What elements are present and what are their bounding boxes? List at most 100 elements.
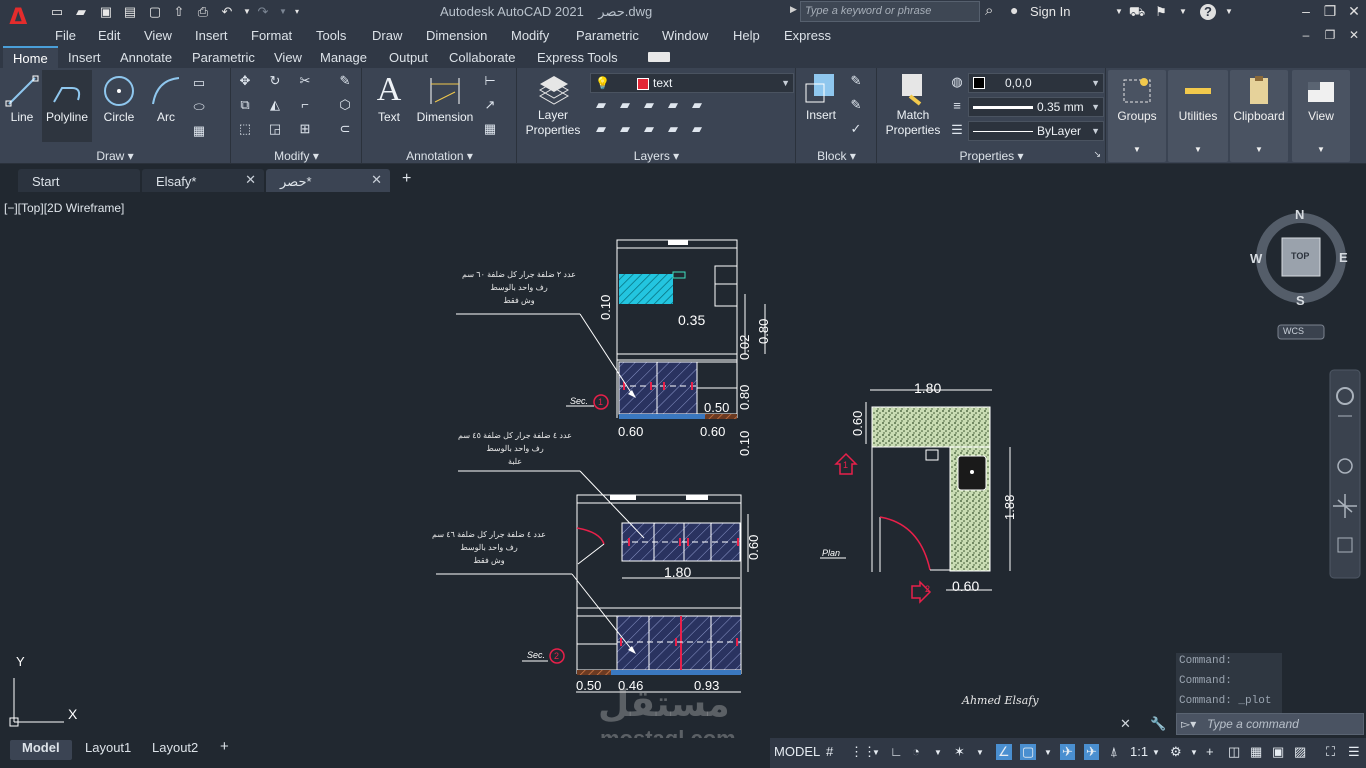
search-icon[interactable]: ⌕ [985,2,993,19]
create-block-icon[interactable]: ✎ [847,72,865,90]
text-button[interactable]: A Text [371,72,407,125]
tab-view[interactable]: View [274,50,302,65]
viewcube-west[interactable]: W [1250,251,1262,266]
tab-output[interactable]: Output [389,50,428,65]
undo-icon[interactable]: ↶ [218,3,236,20]
doc-restore-icon[interactable]: ❐ [1320,26,1340,44]
menu-help[interactable]: Help [733,28,760,43]
draw-panel-title[interactable]: Draw ▾ [0,149,230,163]
properties-panel-title[interactable]: Properties ▾ ↘ [878,149,1105,163]
annotation-monitor-icon[interactable]: + [1206,744,1214,759]
command-customize-icon[interactable]: 🔧 [1150,716,1166,732]
navigation-bar[interactable] [1329,369,1361,579]
viewcube-top-face[interactable]: TOP [1291,251,1309,261]
tab-annotate[interactable]: Annotate [120,50,172,65]
osnap-dropdown-icon[interactable]: ▼ [1044,748,1052,757]
menu-file[interactable]: File [55,28,76,43]
layer-thaw-icon[interactable]: ▰ [640,120,658,138]
search-expand-icon[interactable]: ▶ [790,4,797,15]
plot-icon[interactable]: ⎙ [194,3,212,20]
layers-panel-title[interactable]: Layers ▾ [518,149,795,163]
annotation-scale-icon[interactable]: ⍋ [1110,744,1118,760]
groups-panel[interactable]: Groups ▼ [1108,70,1166,162]
cart-icon[interactable]: ⛟ [1128,3,1146,20]
menu-express[interactable]: Express [784,28,831,43]
menu-edit[interactable]: Edit [98,28,120,43]
isodraft-icon[interactable]: ✶ [954,744,965,760]
line-button[interactable]: Line [4,74,40,124]
save-as-icon[interactable]: ▤ [121,3,139,20]
viewcube-south[interactable]: S [1296,293,1305,308]
open-folder-icon[interactable]: ▰ [72,3,90,20]
leader-icon[interactable]: ↗ [481,96,499,114]
wcs-menu[interactable]: WCS [1283,326,1304,336]
ribbon-toggle-icon[interactable] [648,52,670,62]
scale-dropdown-icon[interactable]: ▼ [1152,748,1160,757]
erase-icon[interactable]: ✎ [336,72,354,90]
osnap-icon[interactable]: ▢ [1020,744,1037,760]
menu-draw[interactable]: Draw [372,28,402,43]
offset-icon[interactable]: ⊂ [336,120,354,138]
table-icon[interactable]: ▦ [481,120,499,138]
close-icon[interactable]: ✕ [1344,2,1364,20]
viewcube[interactable] [1256,213,1346,340]
copy-icon[interactable]: ⧉ [236,96,254,114]
move-icon[interactable]: ✥ [236,72,254,90]
tab-layout2[interactable]: Layout2 [152,740,198,755]
properties-launcher-icon[interactable]: ↘ [1093,149,1101,160]
annotation-panel-title[interactable]: Annotation ▾ [363,149,516,163]
menu-view[interactable]: View [144,28,172,43]
minimize-icon[interactable]: – [1296,2,1316,20]
block-attributes-icon[interactable]: ✓ [847,120,865,138]
insert-block-button[interactable]: Insert [799,72,843,122]
polar-icon[interactable]: ◔ [912,744,920,759]
restore-icon[interactable]: ❐ [1320,2,1340,20]
polar-dropdown-icon[interactable]: ▼ [934,748,942,757]
doc-minimize-icon[interactable]: – [1296,26,1316,44]
viewcube-east[interactable]: E [1339,250,1348,265]
customize-toolbar-icon[interactable]: ▾ [288,3,306,20]
tab-insert[interactable]: Insert [68,50,101,65]
layer-unlock-icon[interactable]: ▰ [664,120,682,138]
annotation-scale-value[interactable]: 1:1 [1130,744,1148,759]
tab-parametric[interactable]: Parametric [192,50,255,65]
mirror-icon[interactable]: ◭ [266,96,284,114]
doc-close-icon[interactable]: ✕ [1344,26,1364,44]
arc-button[interactable]: Arc [148,74,184,124]
hatch-icon[interactable]: ⬭ [190,98,208,116]
layer-lock-icon[interactable]: ▰ [664,96,682,114]
utilities-panel[interactable]: Utilities ▼ [1168,70,1228,162]
snap-dropdown-icon[interactable]: ▼ [872,748,880,757]
layer-match-icon[interactable]: ▰ [688,96,706,114]
workspace-gear-icon[interactable]: ⚙ [1170,744,1182,760]
file-tab-active[interactable]: حصر* ✕ [266,169,390,192]
grid-icon[interactable]: # [826,744,833,759]
circle-button[interactable]: Circle [100,74,138,124]
search-input[interactable]: Type a keyword or phrase [800,1,980,22]
view-panel[interactable]: View ▼ [1292,70,1350,162]
tab-model[interactable]: Model [22,740,60,755]
user-icon[interactable]: ● [1010,2,1018,18]
auto-scale-icon[interactable]: ✈ [1084,744,1099,760]
graphics-performance-icon[interactable]: ▨ [1294,744,1306,760]
isodraft-dropdown-icon[interactable]: ▼ [976,748,984,757]
rotate-icon[interactable]: ↻ [266,72,284,90]
block-panel-title[interactable]: Block ▾ [797,149,876,163]
redo-icon[interactable]: ↷ [254,3,272,20]
close-tab-icon[interactable]: ✕ [245,172,256,188]
new-file-icon[interactable]: ▭ [48,3,66,20]
quick-properties-icon[interactable]: ▦ [1250,744,1262,760]
command-input[interactable]: ▻▾ Type a command [1176,713,1364,735]
menu-parametric[interactable]: Parametric [576,28,639,43]
menu-window[interactable]: Window [662,28,708,43]
menu-dimension[interactable]: Dimension [426,28,487,43]
layer-isolate-icon[interactable]: ▰ [616,96,634,114]
units-icon[interactable]: ◫ [1228,744,1240,760]
menu-modify[interactable]: Modify [511,28,549,43]
polyline-button[interactable]: Polyline [42,70,92,142]
tab-home[interactable]: Home [3,46,58,68]
tab-manage[interactable]: Manage [320,50,367,65]
edit-block-icon[interactable]: ✎ [847,96,865,114]
modify-panel-title[interactable]: Modify ▾ [232,149,361,163]
fillet-icon[interactable]: ⌐ [296,96,314,114]
